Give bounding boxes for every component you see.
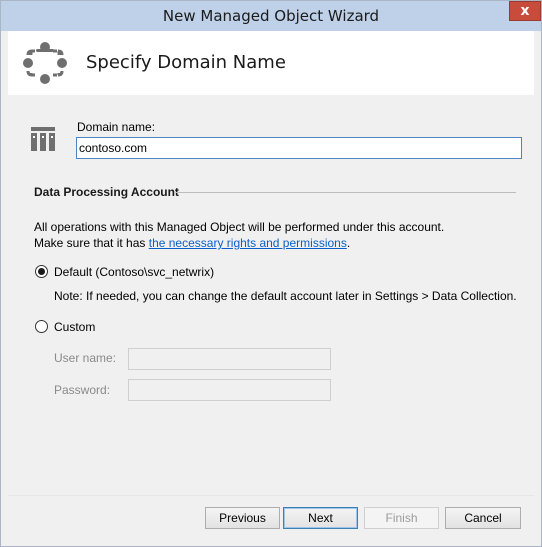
custom-account-label[interactable]: Custom — [54, 320, 95, 334]
permissions-link[interactable]: the necessary rights and permissions — [149, 236, 347, 250]
footer-divider — [8, 495, 534, 496]
password-label: Password: — [54, 383, 111, 397]
finish-button[interactable]: Finish — [364, 507, 439, 529]
account-info-text: All operations with this Managed Object … — [34, 220, 445, 234]
wizard-window: New Managed Object Wizard x Specify Doma… — [0, 0, 542, 547]
managed-object-icon — [23, 42, 67, 84]
username-input[interactable] — [128, 348, 331, 370]
close-icon: x — [520, 3, 530, 19]
cancel-button[interactable]: Cancel — [445, 507, 521, 529]
close-button[interactable]: x — [509, 1, 541, 21]
title-bar[interactable]: New Managed Object Wizard x — [1, 1, 541, 31]
page-title: Specify Domain Name — [86, 52, 286, 73]
password-input[interactable] — [128, 379, 331, 401]
wizard-header: Specify Domain Name — [8, 31, 534, 95]
window-title: New Managed Object Wizard — [162, 7, 380, 25]
info-suffix: . — [346, 236, 351, 250]
domain-name-input[interactable] — [76, 137, 522, 159]
default-account-note: Note: If needed, you can change the defa… — [54, 289, 517, 303]
section-title-account: Data Processing Account — [34, 185, 179, 199]
domain-building-icon — [31, 127, 55, 151]
custom-account-radio[interactable] — [35, 320, 48, 333]
default-account-radio[interactable] — [35, 265, 48, 278]
next-button[interactable]: Next — [283, 507, 358, 529]
account-info-text-2: Make sure that it has the necessary righ… — [34, 236, 350, 250]
info-prefix: Make sure that it has — [34, 236, 149, 250]
previous-button[interactable]: Previous — [205, 507, 280, 529]
default-account-label[interactable]: Default (Contoso\svc_netwrix) — [54, 265, 214, 279]
section-divider — [176, 192, 516, 193]
domain-name-label: Domain name: — [77, 120, 156, 134]
username-label: User name: — [54, 351, 117, 365]
